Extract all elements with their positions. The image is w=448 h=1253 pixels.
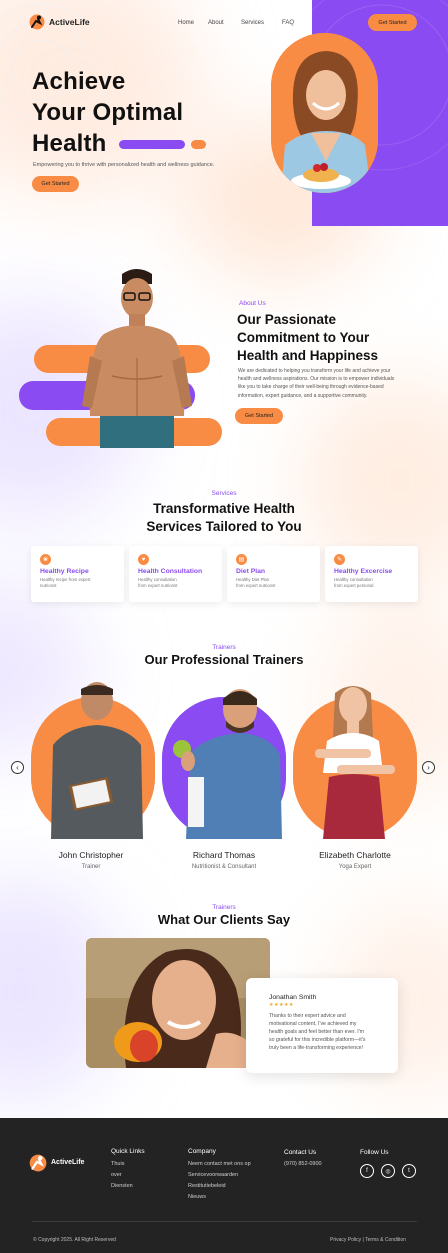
leaf-icon: ❀ <box>40 554 51 565</box>
testimonial-card: Jonathan Smith ★★★★★ Thanks to their exp… <box>246 978 398 1073</box>
footer-link-thuis[interactable]: Thuis <box>111 1161 124 1167</box>
footer-link-refund[interactable]: Restitutiebeleid <box>188 1183 226 1189</box>
trainer-photo-elizabeth[interactable] <box>293 686 417 839</box>
footer-contact-heading: Contact Us <box>284 1149 317 1156</box>
brand-logo[interactable]: ActiveLife <box>28 13 90 30</box>
footer-link-contact[interactable]: Neem contact met ons op <box>188 1161 251 1167</box>
logo-icon <box>28 13 45 30</box>
brand-name: ActiveLife <box>49 16 90 27</box>
trainer-photo-john[interactable] <box>31 682 155 839</box>
trainer-role-richard: Nutritionist & Consultant <box>191 864 257 870</box>
about-get-started-button[interactable]: Get Started <box>235 408 283 424</box>
hero-woman-photo <box>271 33 378 193</box>
service-card-healthy-recipe[interactable]: ❀ Healthy Recipe Healthy recipe from exp… <box>31 546 124 602</box>
nav-about[interactable]: About <box>208 20 224 26</box>
footer-phone[interactable]: (970) 852-0900 <box>284 1161 322 1167</box>
testimonial-quote: Thanks to their expert advice and motiva… <box>269 1013 366 1051</box>
service-card-health-consultation[interactable]: ♥ Health Consultation Healthy consultati… <box>129 546 222 602</box>
about-body: We are dedicated to helping you transfor… <box>238 368 395 399</box>
testimonial-photo <box>86 938 270 1068</box>
footer-link-diensten[interactable]: Diensten <box>111 1183 133 1189</box>
nav-services[interactable]: Services <box>241 20 264 26</box>
facebook-icon[interactable]: f <box>360 1164 374 1178</box>
trainer-name-richard: Richard Thomas <box>192 850 256 860</box>
footer-link-terms[interactable]: Servicevoorwaarden <box>188 1172 238 1178</box>
instagram-icon[interactable]: ◎ <box>381 1164 395 1178</box>
trainer-role-elizabeth: Yoga Expert <box>338 864 372 870</box>
trainers-tag: Trainers <box>212 644 236 651</box>
clipboard-icon: ▤ <box>236 554 247 565</box>
about-man-photo <box>82 266 192 448</box>
footer-logo[interactable]: ActiveLife <box>28 1153 84 1172</box>
trainers-next-button[interactable]: › <box>422 761 435 774</box>
trainers-prev-button[interactable]: ‹ <box>11 761 24 774</box>
service-card-diet-plan[interactable]: ▤ Diet Plan Healthy Diet Plan from exper… <box>227 546 320 602</box>
footer-link-news[interactable]: Nieuws <box>188 1194 206 1200</box>
footer-legal-links[interactable]: Privacy Policy | Terms & Condition <box>330 1237 406 1243</box>
footer-divider <box>32 1221 417 1222</box>
footer-follow-heading: Follow Us <box>360 1149 389 1156</box>
trainer-name-elizabeth: Elizabeth Charlotte <box>319 850 391 860</box>
hero-get-started-button[interactable]: Get Started <box>32 176 79 192</box>
testimonials-tag: Trainers <box>212 904 236 911</box>
footer-link-over[interactable]: over <box>111 1172 122 1178</box>
trainer-name-john: John Christopher <box>58 850 124 860</box>
service-card-healthy-excercise[interactable]: ✎ Healthy Excercise Healthy consultation… <box>325 546 418 602</box>
nav-home[interactable]: Home <box>178 20 194 26</box>
heart-icon: ♥ <box>138 554 149 565</box>
dumbbell-icon: ✎ <box>334 554 345 565</box>
hero-orange-bar <box>191 140 206 149</box>
trainer-role-john: Trainer <box>81 864 101 870</box>
testimonial-author: Jonathan Smith <box>269 994 317 1001</box>
hero-purple-bar <box>119 140 185 149</box>
testimonials-title: What Our Clients Say <box>157 912 291 927</box>
about-tag: About Us <box>239 300 266 307</box>
services-title: Transformative Health Services Tailored … <box>146 501 302 534</box>
footer-company-heading: Company <box>188 1148 216 1155</box>
nav-faq[interactable]: FAQ <box>282 20 294 26</box>
twitter-icon[interactable]: t <box>402 1164 416 1178</box>
hero-subtitle: Empowering you to thrive with personaliz… <box>33 162 215 168</box>
header-get-started-button[interactable]: Get Started <box>368 14 417 31</box>
footer-logo-icon <box>29 1154 47 1172</box>
trainers-title: Our Professional Trainers <box>144 652 304 667</box>
about-title: Our Passionate Commitment to Your Health… <box>237 312 379 363</box>
footer-brand-name: ActiveLife <box>51 1159 85 1166</box>
footer-copyright: © Copyright 2025. All Right Reserved <box>33 1237 116 1243</box>
rating-stars-icon: ★★★★★ <box>269 1002 294 1008</box>
trainer-photo-richard[interactable] <box>162 689 286 839</box>
footer-quick-links-heading: Quick Links <box>111 1148 145 1155</box>
services-tag: Services <box>211 490 237 497</box>
